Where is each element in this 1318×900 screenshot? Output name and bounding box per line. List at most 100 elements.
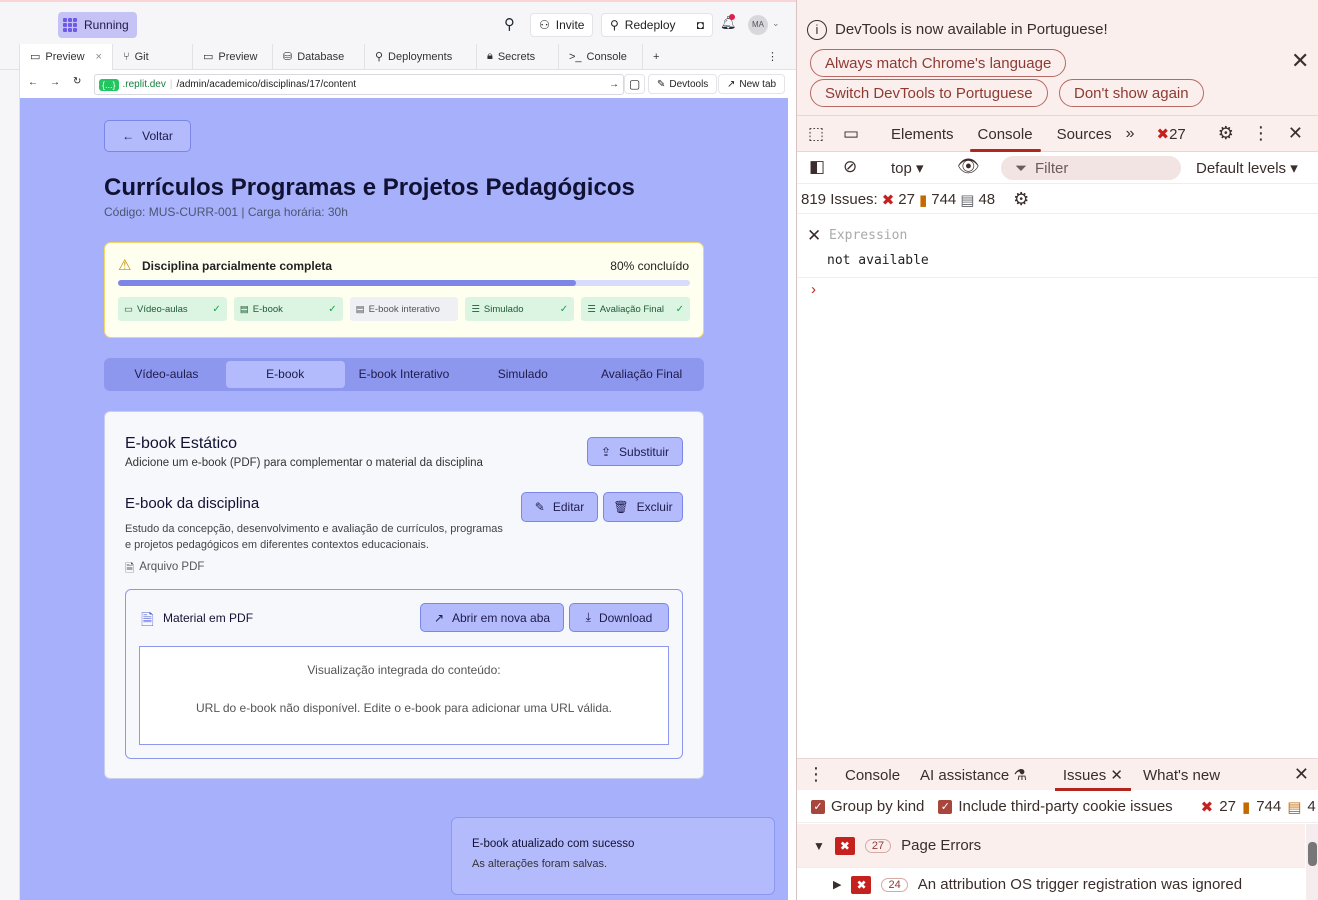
video-icon: ▭ [124, 303, 133, 315]
tab-database[interactable]: ⛁ Database [273, 43, 365, 70]
check-circle-icon: ✓ [212, 303, 221, 315]
avatar[interactable]: MA [748, 15, 768, 35]
error-icon: ✖︎ [1200, 798, 1214, 816]
scrollbar-thumb[interactable] [1308, 842, 1317, 866]
drawer-tab-console[interactable]: Console [835, 759, 910, 791]
invite-button[interactable]: ⚇ Invite [530, 13, 594, 37]
go-arrow-icon[interactable]: → [609, 79, 619, 90]
success-toast[interactable]: E-book atualizado com sucesso As alteraç… [451, 817, 775, 895]
url-field[interactable]: {...} .replit.dev | /admin/academico/dis… [94, 74, 624, 95]
drawer-tab-ai[interactable]: AI assistance ⚗ [910, 759, 1037, 791]
forward-arrow-icon[interactable]: → [50, 77, 60, 88]
tab-secrets[interactable]: 🔒︎ Secrets [477, 43, 559, 70]
tab-console[interactable]: >_ Console [559, 43, 643, 70]
more-icon[interactable]: ⋮ [767, 50, 778, 63]
repl-badge: {...} [99, 78, 119, 91]
progress-chips: ▭ Vídeo-aulas ✓ ▤ E-book ✓ ▤ E-book interativo ☰… [118, 297, 690, 321]
close-icon[interactable]: ✕ [807, 226, 821, 246]
more-icon[interactable]: ⋮ [1252, 123, 1270, 144]
more-icon[interactable]: ⋮ [797, 764, 835, 785]
close-icon[interactable]: ✕ [1294, 764, 1309, 785]
open-new-tab-button[interactable]: ↗ Abrir em nova aba [420, 603, 564, 632]
info-message-icon: ▤ [960, 191, 975, 209]
devtools-panel: i DevTools is now available in Portugues… [796, 0, 1318, 900]
run-status-badge[interactable]: Running [58, 12, 137, 38]
match-language-button[interactable]: Always match Chrome's language [810, 49, 1067, 77]
third-party-checkbox[interactable]: ✓ [938, 799, 953, 814]
context-selector[interactable]: top ▾ [891, 159, 924, 177]
database-icon: ⛁ [282, 51, 293, 63]
expression-placeholder[interactable]: Expression [829, 228, 907, 243]
issues-summary[interactable]: 819 Issues: ✖︎ 27 ▮ 744 ▤ 48 ⚙ [797, 186, 1318, 214]
progress-chip: ▤ E-book ✓ [233, 297, 343, 321]
content-tab[interactable]: Avaliação Final [582, 361, 701, 388]
deploy-icon: ⚲ [374, 51, 384, 63]
close-icon[interactable]: ✕ [1288, 123, 1303, 144]
progress-card: ⚠ Disciplina parcialmente completa 80% c… [104, 242, 704, 338]
eye-icon[interactable]: 👁︎ [957, 156, 980, 177]
run-status-label: Running [84, 18, 129, 32]
back-arrow-icon[interactable]: ← [28, 77, 38, 88]
clear-console-icon[interactable]: ⊘ [843, 157, 857, 177]
tab-elements[interactable]: Elements [879, 116, 966, 152]
drawer-tab-issues[interactable]: Issues ✕ [1053, 759, 1133, 791]
more-tabs-icon[interactable]: » [1126, 125, 1135, 143]
content-tab[interactable]: E-book Interativo [345, 361, 464, 388]
search-icon[interactable]: ⚲ [504, 15, 515, 33]
tab-deployments[interactable]: ⚲ Deployments [365, 43, 477, 70]
tab-git[interactable]: ⑂ Git [113, 43, 193, 70]
chip-label: E-book [252, 303, 283, 315]
download-label: Download [598, 610, 653, 625]
edit-button[interactable]: ✎ Editar [521, 492, 598, 522]
redeploy-button[interactable]: ⚲ Redeploy ◘ [601, 13, 713, 37]
screenshot-button[interactable]: ▢ [624, 74, 646, 94]
trash-icon: 🗑︎ [613, 500, 629, 514]
back-button[interactable]: ← Voltar [104, 120, 191, 152]
terminal-icon: >_ [568, 50, 582, 63]
group-by-kind-checkbox[interactable]: ✓ [811, 799, 825, 814]
tab-console[interactable]: Console [966, 116, 1045, 152]
url-path: /admin/academico/disciplinas/17/content [176, 79, 357, 90]
content-tab[interactable]: Simulado [463, 361, 582, 388]
check-circle-icon: ✓ [675, 303, 684, 315]
info-message-icon: ▤ [1287, 798, 1302, 816]
toast-title: E-book atualizado com sucesso [472, 838, 635, 850]
tab-preview[interactable]: ▭ Preview [193, 43, 273, 70]
filter-input[interactable]: ⏷ Filter [1001, 156, 1181, 180]
switch-language-button[interactable]: Switch DevTools to Portuguese [810, 79, 1048, 107]
gear-icon[interactable]: ⚙ [1013, 189, 1029, 210]
new-tab-link-button[interactable]: ↗ New tab [718, 74, 786, 94]
document-icon: 🗎 [141, 612, 154, 629]
monitor-icon: ▭ [202, 51, 214, 63]
drawer-tab-whats-new[interactable]: What's new [1133, 759, 1230, 791]
tab-sources[interactable]: Sources [1045, 116, 1124, 152]
issue-row-attribution[interactable]: ▶ ✖︎ 24 An attribution OS trigger regist… [797, 869, 1305, 900]
gear-icon[interactable]: ⚙ [1218, 123, 1234, 144]
sidebar-toggle-icon[interactable]: ◧ [809, 157, 825, 177]
ebook-heading: E-book Estático [125, 435, 238, 452]
info-icon: i [807, 20, 827, 40]
arrow-left-icon: ← [122, 129, 135, 143]
issues-scrollbar[interactable] [1306, 824, 1318, 900]
delete-button[interactable]: 🗑︎ Excluir [603, 492, 683, 522]
replace-button[interactable]: ⇪ Substituir [587, 437, 683, 466]
error-count-badge[interactable]: ✖︎27 [1157, 125, 1186, 143]
external-link-icon: ↗ [433, 610, 444, 625]
console-prompt-icon[interactable]: › [811, 281, 816, 298]
reload-icon[interactable]: ↻ [73, 76, 81, 87]
tab-preview-active[interactable]: ▭ Preview × [20, 43, 113, 70]
device-toolbar-icon[interactable]: ▭ [835, 124, 867, 144]
language-banner: i DevTools is now available in Portugues… [797, 0, 1318, 116]
close-icon[interactable]: ✕ [1291, 48, 1309, 74]
content-tab[interactable]: Vídeo-aulas [107, 361, 226, 388]
list-icon: ☰ [471, 303, 480, 315]
log-levels-select[interactable]: Default levels ▾ [1196, 159, 1298, 177]
download-button[interactable]: ⤓ Download [569, 603, 669, 632]
content-tab[interactable]: E-book [225, 361, 345, 388]
devtools-button[interactable]: ✎ Devtools [648, 74, 718, 94]
dont-show-again-button[interactable]: Don't show again [1059, 79, 1204, 107]
issue-group-page-errors[interactable]: ▼ ✖︎ 27 Page Errors [797, 824, 1305, 868]
new-tab-button[interactable]: + [643, 44, 669, 70]
inspect-icon[interactable]: ⬚ [797, 124, 835, 144]
chevron-down-icon[interactable]: ⌄ [772, 18, 780, 29]
